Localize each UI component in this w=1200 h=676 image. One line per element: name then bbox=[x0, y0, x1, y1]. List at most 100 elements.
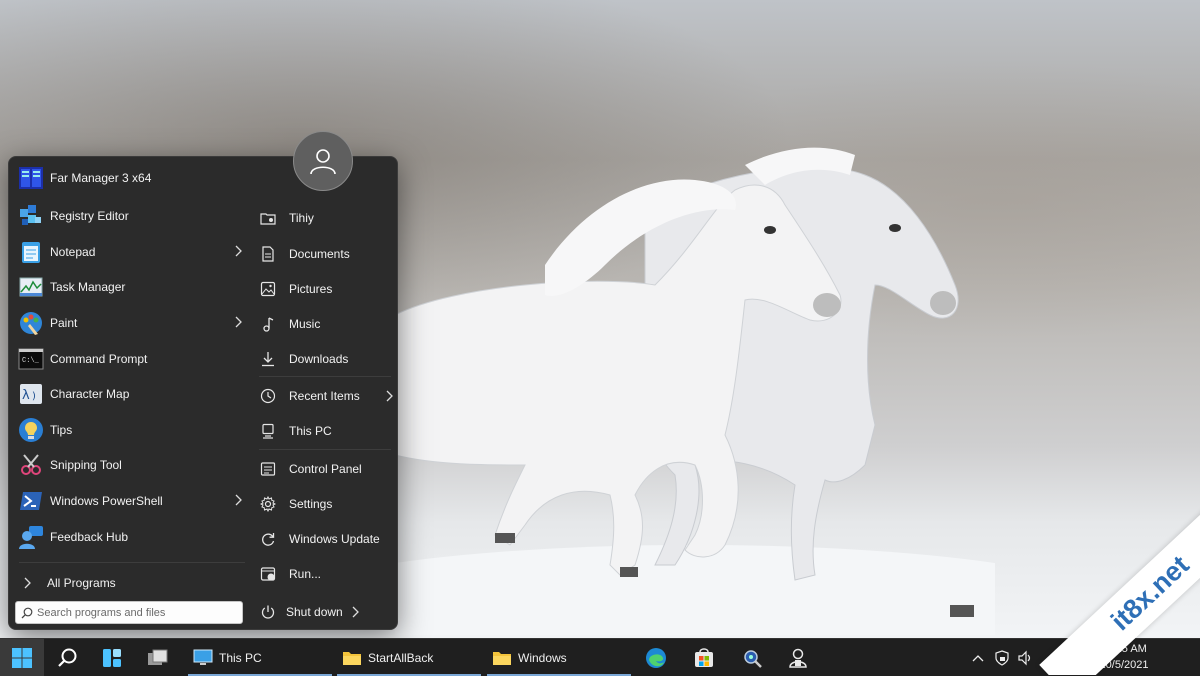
place-run[interactable]: Run... bbox=[257, 559, 397, 589]
snipping-tool-icon bbox=[17, 451, 45, 479]
taskbar-window-windows[interactable]: Windows bbox=[487, 639, 631, 676]
app-label: Tips bbox=[50, 423, 73, 437]
app-label: Snipping Tool bbox=[50, 458, 122, 472]
widgets-icon bbox=[103, 648, 121, 667]
app-label: Character Map bbox=[50, 387, 130, 401]
tray-overflow-button[interactable] bbox=[968, 639, 988, 676]
taskbar-window-label: This PC bbox=[219, 650, 262, 665]
clock-date: 10/5/2021 bbox=[1099, 659, 1149, 671]
music-note-icon bbox=[259, 315, 277, 333]
chevron-up-icon bbox=[972, 654, 984, 661]
app-snipping-tool[interactable]: Snipping Tool bbox=[15, 448, 247, 482]
all-programs-label: All Programs bbox=[47, 576, 116, 590]
shutdown-button[interactable]: Shut down bbox=[257, 597, 377, 627]
place-documents[interactable]: Documents bbox=[257, 239, 397, 269]
app-registry-editor[interactable]: Registry Editor bbox=[15, 199, 247, 233]
app-character-map[interactable]: λ) Character Map bbox=[15, 377, 247, 411]
app-label: Command Prompt bbox=[50, 352, 148, 366]
place-label: Music bbox=[289, 317, 321, 331]
app-command-prompt[interactable]: C:\_ Command Prompt bbox=[15, 342, 247, 376]
powershell-icon bbox=[17, 487, 45, 515]
folder-icon bbox=[343, 651, 361, 665]
app-far-manager[interactable]: Far Manager 3 x64 bbox=[15, 161, 247, 195]
tips-icon bbox=[17, 416, 45, 444]
search-box[interactable] bbox=[15, 601, 243, 624]
svg-text:C:\_: C:\_ bbox=[22, 357, 40, 365]
app-windows-powershell[interactable]: Windows PowerShell bbox=[15, 484, 247, 518]
taskbar-window-startallback[interactable]: StartAllBack bbox=[337, 639, 481, 676]
app-notepad[interactable]: Notepad bbox=[15, 235, 247, 269]
place-settings[interactable]: Settings bbox=[257, 489, 397, 519]
place-windows-update[interactable]: Windows Update bbox=[257, 524, 397, 554]
tray-security[interactable] bbox=[990, 639, 1014, 676]
user-folder-icon bbox=[259, 209, 277, 227]
clock-time: 11:15 AM bbox=[1101, 643, 1147, 655]
search-icon bbox=[58, 648, 77, 667]
taskbar-window-this-pc[interactable]: This PC bbox=[188, 639, 332, 676]
place-recent-items[interactable]: Recent Items bbox=[257, 381, 397, 411]
tray-language[interactable]: G bbox=[1068, 639, 1084, 676]
taskbar-store[interactable] bbox=[686, 639, 722, 676]
svg-text:): ) bbox=[32, 391, 36, 402]
shutdown-label: Shut down bbox=[286, 605, 343, 619]
taskbar-window-label: Windows bbox=[518, 650, 567, 665]
start-button[interactable] bbox=[0, 639, 44, 676]
user-icon bbox=[310, 149, 336, 175]
app-label: Task Manager bbox=[50, 280, 126, 294]
app-tips[interactable]: Tips bbox=[15, 413, 247, 447]
taskbar-clock[interactable]: 11:15 AM 10/5/2021 bbox=[1092, 641, 1156, 673]
command-prompt-icon: C:\_ bbox=[17, 345, 45, 373]
chevron-right-icon bbox=[24, 577, 31, 589]
place-control-panel[interactable]: Control Panel bbox=[257, 454, 397, 484]
gear-icon bbox=[259, 495, 277, 513]
white-horses-image bbox=[395, 147, 995, 635]
svg-text:λ: λ bbox=[22, 388, 30, 403]
place-music[interactable]: Music bbox=[257, 309, 397, 339]
folder-icon bbox=[493, 651, 511, 665]
chevron-right-icon bbox=[235, 316, 242, 328]
windows-logo-icon bbox=[12, 647, 32, 668]
separator bbox=[259, 376, 391, 377]
place-label: This PC bbox=[289, 424, 332, 438]
app-paint[interactable]: Paint bbox=[15, 306, 247, 340]
place-label: Settings bbox=[289, 497, 333, 511]
place-pictures[interactable]: Pictures bbox=[257, 274, 397, 304]
app-feedback-hub[interactable]: Feedback Hub bbox=[15, 520, 247, 554]
clock-icon bbox=[259, 387, 277, 405]
all-programs-button[interactable]: All Programs bbox=[15, 566, 247, 600]
tray-volume[interactable] bbox=[1014, 639, 1036, 676]
place-label: Windows Update bbox=[289, 532, 380, 546]
user-avatar[interactable] bbox=[293, 131, 353, 191]
power-icon bbox=[259, 603, 277, 621]
place-tihiy[interactable]: Tihiy bbox=[257, 203, 397, 233]
place-label: Tihiy bbox=[289, 211, 314, 225]
notepad-icon bbox=[17, 238, 45, 266]
taskbar-search-button[interactable] bbox=[48, 639, 88, 676]
app-label: Feedback Hub bbox=[50, 530, 129, 544]
control-panel-icon bbox=[259, 460, 277, 478]
feedback-hub-icon bbox=[17, 523, 45, 551]
chevron-right-icon bbox=[235, 245, 242, 257]
place-label: Recent Items bbox=[289, 389, 360, 403]
paint-icon bbox=[17, 309, 45, 337]
task-view-button[interactable] bbox=[138, 639, 178, 676]
widgets-button[interactable] bbox=[92, 639, 132, 676]
separator bbox=[19, 562, 245, 563]
volume-icon bbox=[1018, 650, 1031, 665]
store-icon bbox=[695, 647, 713, 667]
taskbar-security-app[interactable] bbox=[780, 639, 816, 676]
chevron-right-icon[interactable] bbox=[351, 606, 361, 618]
task-view-icon bbox=[148, 649, 168, 665]
security-app-icon bbox=[789, 648, 807, 668]
place-this-pc[interactable]: This PC bbox=[257, 416, 397, 446]
taskbar-edge[interactable] bbox=[638, 639, 674, 676]
app-label: Registry Editor bbox=[50, 209, 129, 223]
taskbar-magnifier-app[interactable] bbox=[734, 639, 770, 676]
search-input[interactable] bbox=[37, 606, 227, 619]
chevron-right-icon bbox=[235, 494, 242, 506]
place-label: Documents bbox=[289, 247, 350, 261]
place-label: Pictures bbox=[289, 282, 333, 296]
place-downloads[interactable]: Downloads bbox=[257, 344, 397, 374]
app-task-manager[interactable]: Task Manager bbox=[15, 270, 247, 304]
taskbar-window-label: StartAllBack bbox=[368, 650, 434, 665]
